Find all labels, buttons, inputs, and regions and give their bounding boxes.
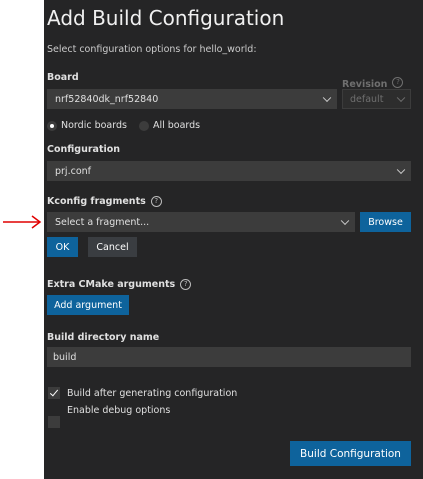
build-after-checkbox[interactable] — [48, 387, 60, 399]
board-select[interactable]: nrf52840dk_nrf52840 — [47, 89, 337, 109]
annotation-arrow-icon — [3, 215, 42, 229]
help-icon: ? — [392, 77, 404, 88]
radio-all-boards[interactable] — [138, 120, 149, 131]
kconfig-fragment-select[interactable]: Select a fragment... — [47, 212, 355, 232]
enable-debug-checkbox[interactable] — [48, 416, 60, 428]
browse-button[interactable]: Browse — [360, 212, 411, 232]
board-filter-radios: Nordic boards All boards — [47, 115, 212, 134]
cmake-arguments-label: Extra CMake arguments — [47, 279, 176, 290]
build-directory-value: build — [53, 351, 77, 363]
ok-button[interactable]: OK — [47, 237, 78, 257]
configuration-select[interactable]: prj.conf — [47, 161, 411, 181]
kconfig-fragment-placeholder: Select a fragment... — [55, 216, 150, 228]
radio-nordic-boards-label: Nordic boards — [61, 120, 127, 131]
board-label: Board — [47, 72, 79, 83]
chevron-down-icon — [396, 93, 406, 103]
build-directory-label: Build directory name — [47, 332, 160, 343]
board-select-value: nrf52840dk_nrf52840 — [55, 93, 159, 105]
radio-all-boards-label: All boards — [152, 120, 201, 131]
radio-nordic-boards[interactable] — [47, 120, 57, 131]
help-icon: ? — [180, 279, 192, 290]
page-title: Add Build Configuration — [47, 6, 285, 30]
add-argument-button[interactable]: Add argument — [47, 295, 129, 315]
cancel-button[interactable]: Cancel — [88, 237, 137, 257]
cmake-arguments-label-group: Extra CMake arguments? — [47, 279, 192, 290]
build-directory-input[interactable]: build — [47, 347, 411, 367]
add-build-configuration-panel: Add Build Configuration Select configura… — [44, 0, 423, 479]
revision-select-value: default — [350, 93, 384, 105]
kconfig-fragments-label-group: Kconfig fragments? — [47, 196, 162, 207]
kconfig-fragments-label: Kconfig fragments — [47, 196, 146, 207]
configuration-label: Configuration — [47, 144, 121, 155]
configuration-select-value: prj.conf — [55, 165, 91, 177]
build-after-label: Build after generating configuration — [67, 388, 238, 399]
revision-select[interactable]: default — [342, 89, 411, 109]
help-icon: ? — [150, 196, 162, 207]
chevron-down-icon — [322, 93, 332, 103]
enable-debug-label: Enable debug options — [67, 405, 171, 416]
chevron-down-icon — [396, 165, 406, 175]
chevron-down-icon — [340, 216, 350, 226]
page-subtitle: Select configuration options for hello_w… — [47, 44, 257, 55]
build-configuration-button[interactable]: Build Configuration — [290, 441, 411, 466]
